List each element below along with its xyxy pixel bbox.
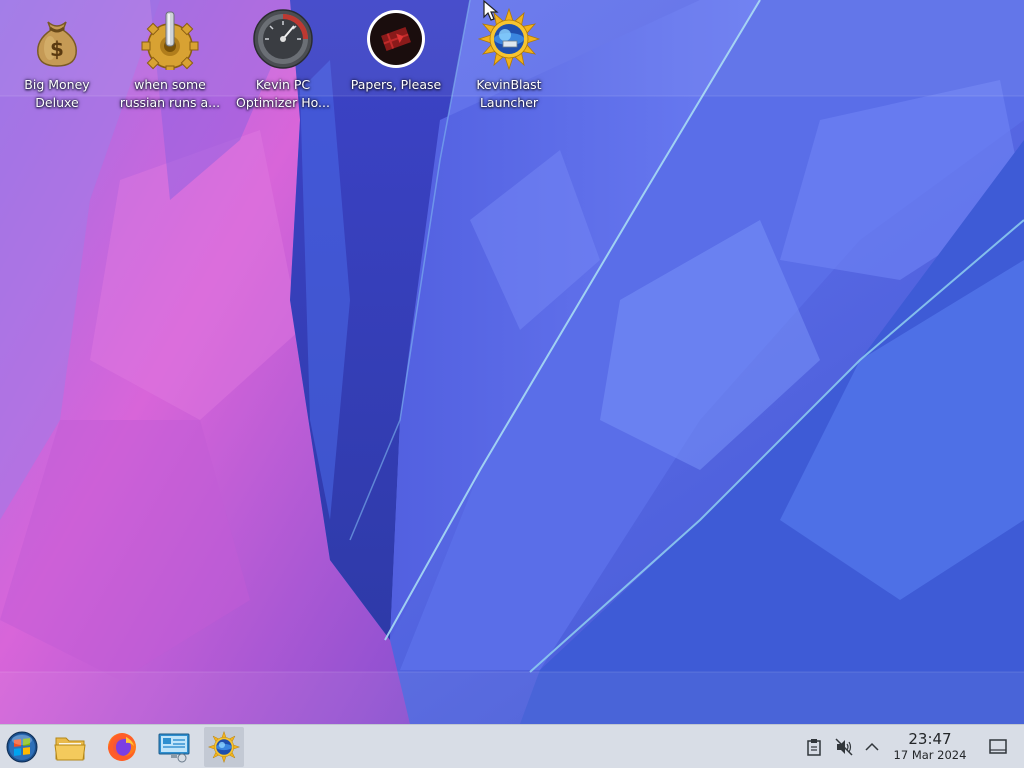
desktop-icon-label: Big Money Deluxe xyxy=(24,77,90,110)
gear-lever-icon xyxy=(139,8,201,75)
desktop-icon-label: KevinBlast Launcher xyxy=(476,77,542,110)
chevron-up-icon xyxy=(865,742,879,751)
desktop-icon-label: when some russian runs a... xyxy=(119,77,221,110)
remote-desktop-button[interactable] xyxy=(154,727,194,767)
clipboard-icon xyxy=(807,739,821,756)
monitor-network-icon xyxy=(158,733,190,763)
digital-clock[interactable]: 23:47 17 Mar 2024 xyxy=(886,730,974,763)
file-manager-button[interactable] xyxy=(50,727,90,767)
desktop-icon-kevinblast-launcher[interactable]: KevinBlast Launcher xyxy=(453,6,565,112)
desktop-icon-big-money-deluxe[interactable]: $ Big Money Deluxe xyxy=(1,6,113,112)
desktop-icon-russian-runs[interactable]: when some russian runs a... xyxy=(114,6,226,112)
kevinblast-sun-icon xyxy=(208,731,240,763)
mouse-cursor-icon xyxy=(483,0,499,21)
volume-muted-icon xyxy=(835,738,853,756)
desktop-icon-label: Papers, Please xyxy=(350,77,442,92)
svg-text:$: $ xyxy=(50,37,64,61)
show-desktop-icon xyxy=(989,739,1007,754)
papers-please-emblem-icon xyxy=(365,8,427,70)
money-bag-icon: $ xyxy=(26,8,88,70)
windows-orb-icon xyxy=(6,731,38,763)
show-desktop-button[interactable] xyxy=(988,737,1008,757)
kevinblast-task-button[interactable] xyxy=(204,727,244,767)
desktop[interactable]: $ Big Money Deluxe when some russian run… xyxy=(0,0,1024,724)
clock-date: 17 Mar 2024 xyxy=(893,748,967,762)
taskbar: 23:47 17 Mar 2024 xyxy=(0,724,1024,768)
start-menu-button[interactable] xyxy=(2,727,42,767)
firefox-button[interactable] xyxy=(102,727,142,767)
volume-button[interactable] xyxy=(834,737,854,757)
folder-icon xyxy=(54,737,86,761)
clipboard-button[interactable] xyxy=(804,737,824,757)
desktop-icon-kevin-pc-optimizer[interactable]: Kevin PC Optimizer Ho... xyxy=(227,6,339,112)
clock-time: 23:47 xyxy=(908,730,952,748)
speedometer-icon xyxy=(252,8,314,70)
tray-expand-button[interactable] xyxy=(862,737,882,757)
firefox-icon xyxy=(108,733,136,761)
desktop-icon-label: Kevin PC Optimizer Ho... xyxy=(236,77,330,110)
desktop-icon-papers-please[interactable]: Papers, Please xyxy=(340,6,452,94)
